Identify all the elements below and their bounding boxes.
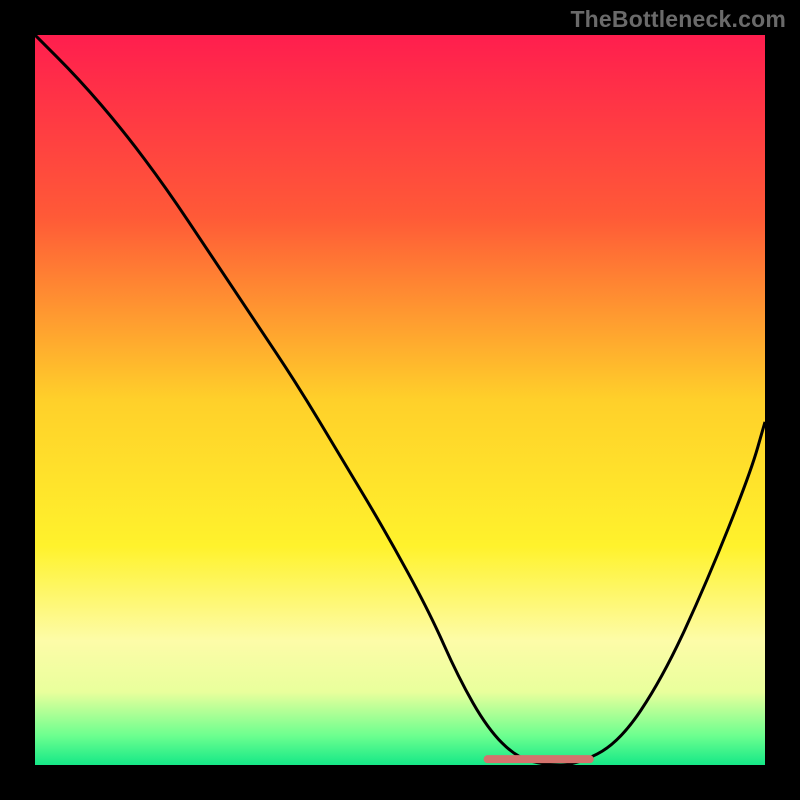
plot-area — [35, 35, 765, 765]
chart-svg — [35, 35, 765, 765]
watermark-text: TheBottleneck.com — [570, 6, 786, 33]
gradient-background — [35, 35, 765, 765]
chart-frame: TheBottleneck.com — [0, 0, 800, 800]
